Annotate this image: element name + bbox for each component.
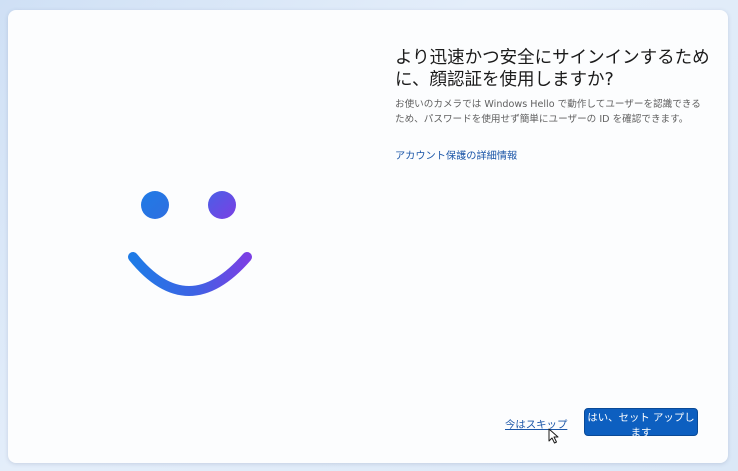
dialog-description: お使いのカメラでは Windows Hello で動作してユーザーを認識できるた… (395, 99, 701, 125)
account-protection-info-link[interactable]: アカウント保護の詳細情報 (395, 147, 517, 162)
right-eye (208, 191, 236, 219)
smiley-face-icon (128, 191, 252, 296)
mouse-cursor-icon (548, 428, 559, 444)
smile-mouth (128, 252, 252, 296)
setup-button[interactable]: はい、セット アップします (584, 408, 698, 439)
left-eye (141, 191, 169, 219)
dialog-title: より迅速かつ安全にサインインするために、顔認証を使用しますか? (395, 48, 710, 90)
setup-dialog: より迅速かつ安全にサインインするために、顔認証を使用しますか? お使いのカメラで… (8, 10, 728, 463)
